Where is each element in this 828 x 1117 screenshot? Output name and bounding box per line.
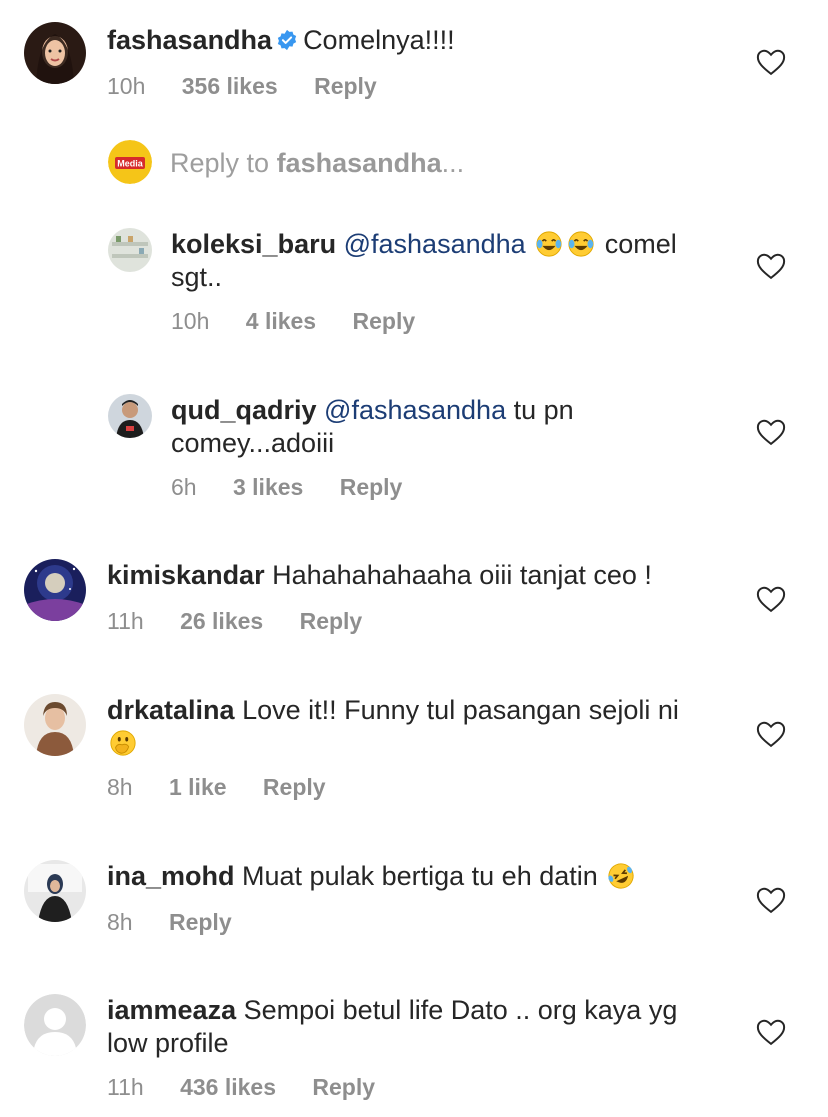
heart-icon[interactable] xyxy=(756,418,786,446)
face-with-hand-over-mouth-icon xyxy=(109,729,137,757)
reply-placeholder-prefix: Reply to xyxy=(170,148,277,178)
reply-input[interactable]: Reply to fashasandha... xyxy=(170,148,464,179)
username[interactable]: drkatalina xyxy=(107,695,235,725)
likes-count[interactable]: 4 likes xyxy=(246,308,316,334)
timestamp: 8h xyxy=(107,774,133,800)
comment-body: iammeaza Sempoi betul life Dato .. org k… xyxy=(107,994,718,1101)
comment-meta: 11h 26 likes Reply xyxy=(107,608,718,635)
verified-badge-icon xyxy=(276,29,298,51)
username[interactable]: fashasandha xyxy=(107,25,272,55)
reply-input-bar[interactable]: Media Reply to fashasandha... xyxy=(108,140,708,186)
username[interactable]: kimiskandar xyxy=(107,560,265,590)
heart-icon[interactable] xyxy=(756,252,786,280)
comment-text: iammeaza Sempoi betul life Dato .. org k… xyxy=(107,994,718,1060)
comment-body: fashasandha Comelnya!!!! 10h 356 likes Re… xyxy=(107,22,718,100)
mention-link[interactable]: @fashasandha xyxy=(344,229,526,259)
likes-count[interactable]: 356 likes xyxy=(182,73,278,99)
reply-button[interactable]: Reply xyxy=(340,474,403,500)
comments-list: fashasandha Comelnya!!!! 10h 356 likes Re… xyxy=(0,0,828,1117)
comment-meta: 10h 356 likes Reply xyxy=(107,73,718,100)
likes-count[interactable]: 26 likes xyxy=(180,608,263,634)
reply-button[interactable]: Reply xyxy=(263,774,326,800)
reply-button[interactable]: Reply xyxy=(353,308,416,334)
rolling-on-floor-laughing-icon xyxy=(607,862,635,890)
avatar[interactable] xyxy=(24,994,86,1056)
comment-message: Comelnya!!!! xyxy=(303,25,455,55)
comment-body: koleksi_baru @fashasandha comel sgt.. 10… xyxy=(171,228,718,335)
comment-text: fashasandha Comelnya!!!! xyxy=(107,24,718,57)
username[interactable]: ina_mohd xyxy=(107,861,235,891)
avatar[interactable] xyxy=(108,394,152,438)
comment-meta: 8h Reply xyxy=(107,909,718,936)
comment-text: koleksi_baru @fashasandha comel sgt.. xyxy=(171,228,718,294)
avatar[interactable] xyxy=(24,22,86,84)
comment-body: ina_mohd Muat pulak bertiga tu eh datin … xyxy=(107,860,718,936)
timestamp: 11h xyxy=(107,1074,144,1100)
timestamp: 8h xyxy=(107,909,133,935)
reply-placeholder-ellipsis: ... xyxy=(441,148,465,178)
comment-message: Hahahahahaaha oiii tanjat ceo ! xyxy=(272,560,652,590)
comment-meta: 8h 1 like Reply xyxy=(107,774,718,801)
username[interactable]: iammeaza xyxy=(107,995,236,1025)
likes-count[interactable]: 3 likes xyxy=(233,474,303,500)
timestamp: 10h xyxy=(171,308,210,334)
reply-placeholder-user: fashasandha xyxy=(276,148,442,178)
timestamp: 10h xyxy=(107,73,146,99)
reply-button[interactable]: Reply xyxy=(312,1074,375,1100)
heart-icon[interactable] xyxy=(756,886,786,914)
comment-message: Muat pulak bertiga tu eh datin xyxy=(242,861,598,891)
reply-button[interactable]: Reply xyxy=(300,608,363,634)
reply-button[interactable]: Reply xyxy=(314,73,377,99)
comment-text: kimiskandar Hahahahahaaha oiii tanjat ce… xyxy=(107,559,718,592)
current-user-avatar: Media xyxy=(108,140,152,184)
reply-button[interactable]: Reply xyxy=(169,909,232,935)
comment-meta: 11h 436 likes Reply xyxy=(107,1074,718,1101)
timestamp: 6h xyxy=(171,474,197,500)
heart-icon[interactable] xyxy=(756,720,786,748)
timestamp: 11h xyxy=(107,608,144,634)
username[interactable]: qud_qadriy xyxy=(171,395,317,425)
avatar[interactable] xyxy=(24,694,86,756)
comment-text: ina_mohd Muat pulak bertiga tu eh datin xyxy=(107,860,718,893)
face-with-tears-of-joy-icon xyxy=(535,230,563,258)
svg-text:Media: Media xyxy=(117,159,144,169)
comment-body: drkatalina Love it!! Funny tul pasangan … xyxy=(107,694,718,801)
comment-meta: 10h 4 likes Reply xyxy=(171,308,718,335)
comment-body: qud_qadriy @fashasandha tu pn comey...ad… xyxy=(171,394,718,501)
face-with-tears-of-joy-icon xyxy=(567,230,595,258)
avatar[interactable] xyxy=(24,559,86,621)
comment-text: qud_qadriy @fashasandha tu pn comey...ad… xyxy=(171,394,718,460)
heart-icon[interactable] xyxy=(756,48,786,76)
likes-count[interactable]: 1 like xyxy=(169,774,227,800)
comment-meta: 6h 3 likes Reply xyxy=(171,474,718,501)
username[interactable]: koleksi_baru xyxy=(171,229,336,259)
heart-icon[interactable] xyxy=(756,585,786,613)
avatar[interactable] xyxy=(24,860,86,922)
heart-icon[interactable] xyxy=(756,1018,786,1046)
mention-link[interactable]: @fashasandha xyxy=(324,395,506,425)
comment-body: kimiskandar Hahahahahaaha oiii tanjat ce… xyxy=(107,559,718,635)
likes-count[interactable]: 436 likes xyxy=(180,1074,276,1100)
avatar[interactable] xyxy=(108,228,152,272)
comment-message: Love it!! Funny tul pasangan sejoli ni xyxy=(242,695,679,725)
comment-text: drkatalina Love it!! Funny tul pasangan … xyxy=(107,694,718,760)
